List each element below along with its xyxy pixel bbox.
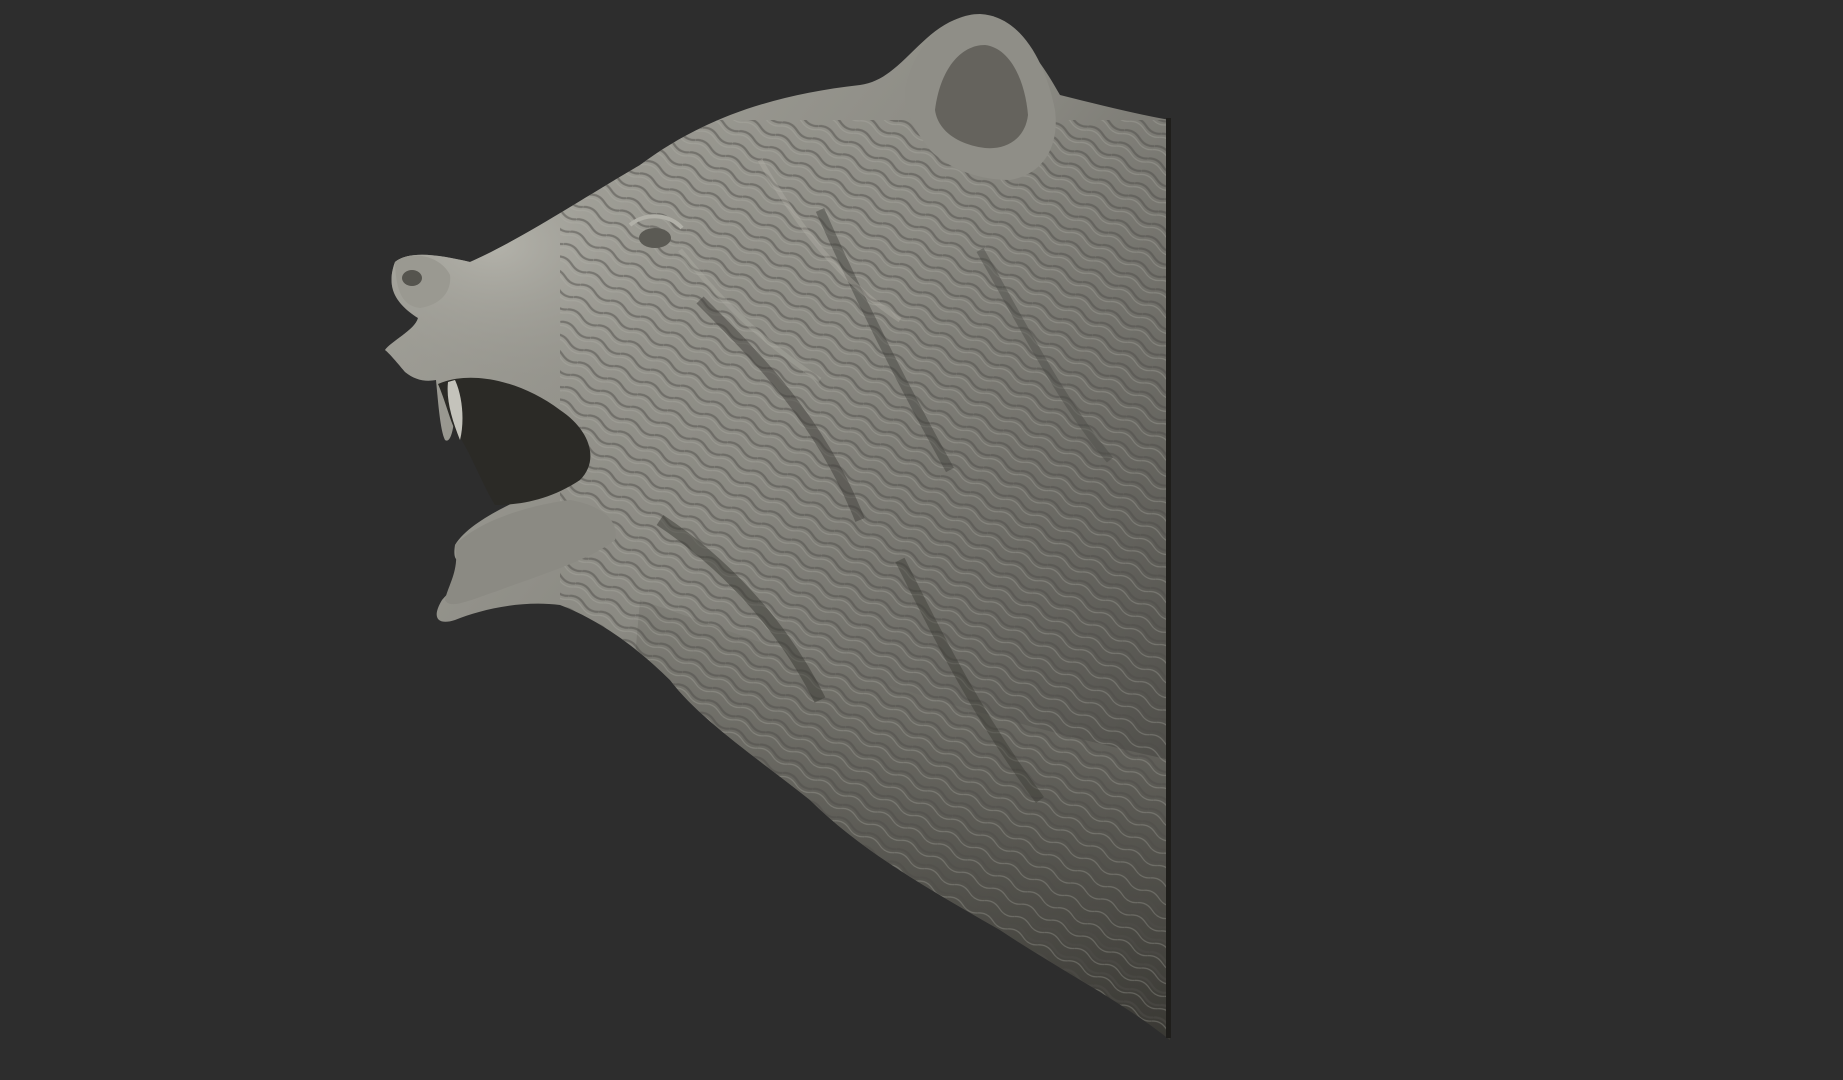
model-cut-edge bbox=[1166, 118, 1171, 1038]
sculpt-model-view bbox=[0, 0, 1843, 1080]
viewport-canvas[interactable] bbox=[0, 0, 1843, 1080]
eye-shape bbox=[639, 228, 671, 248]
